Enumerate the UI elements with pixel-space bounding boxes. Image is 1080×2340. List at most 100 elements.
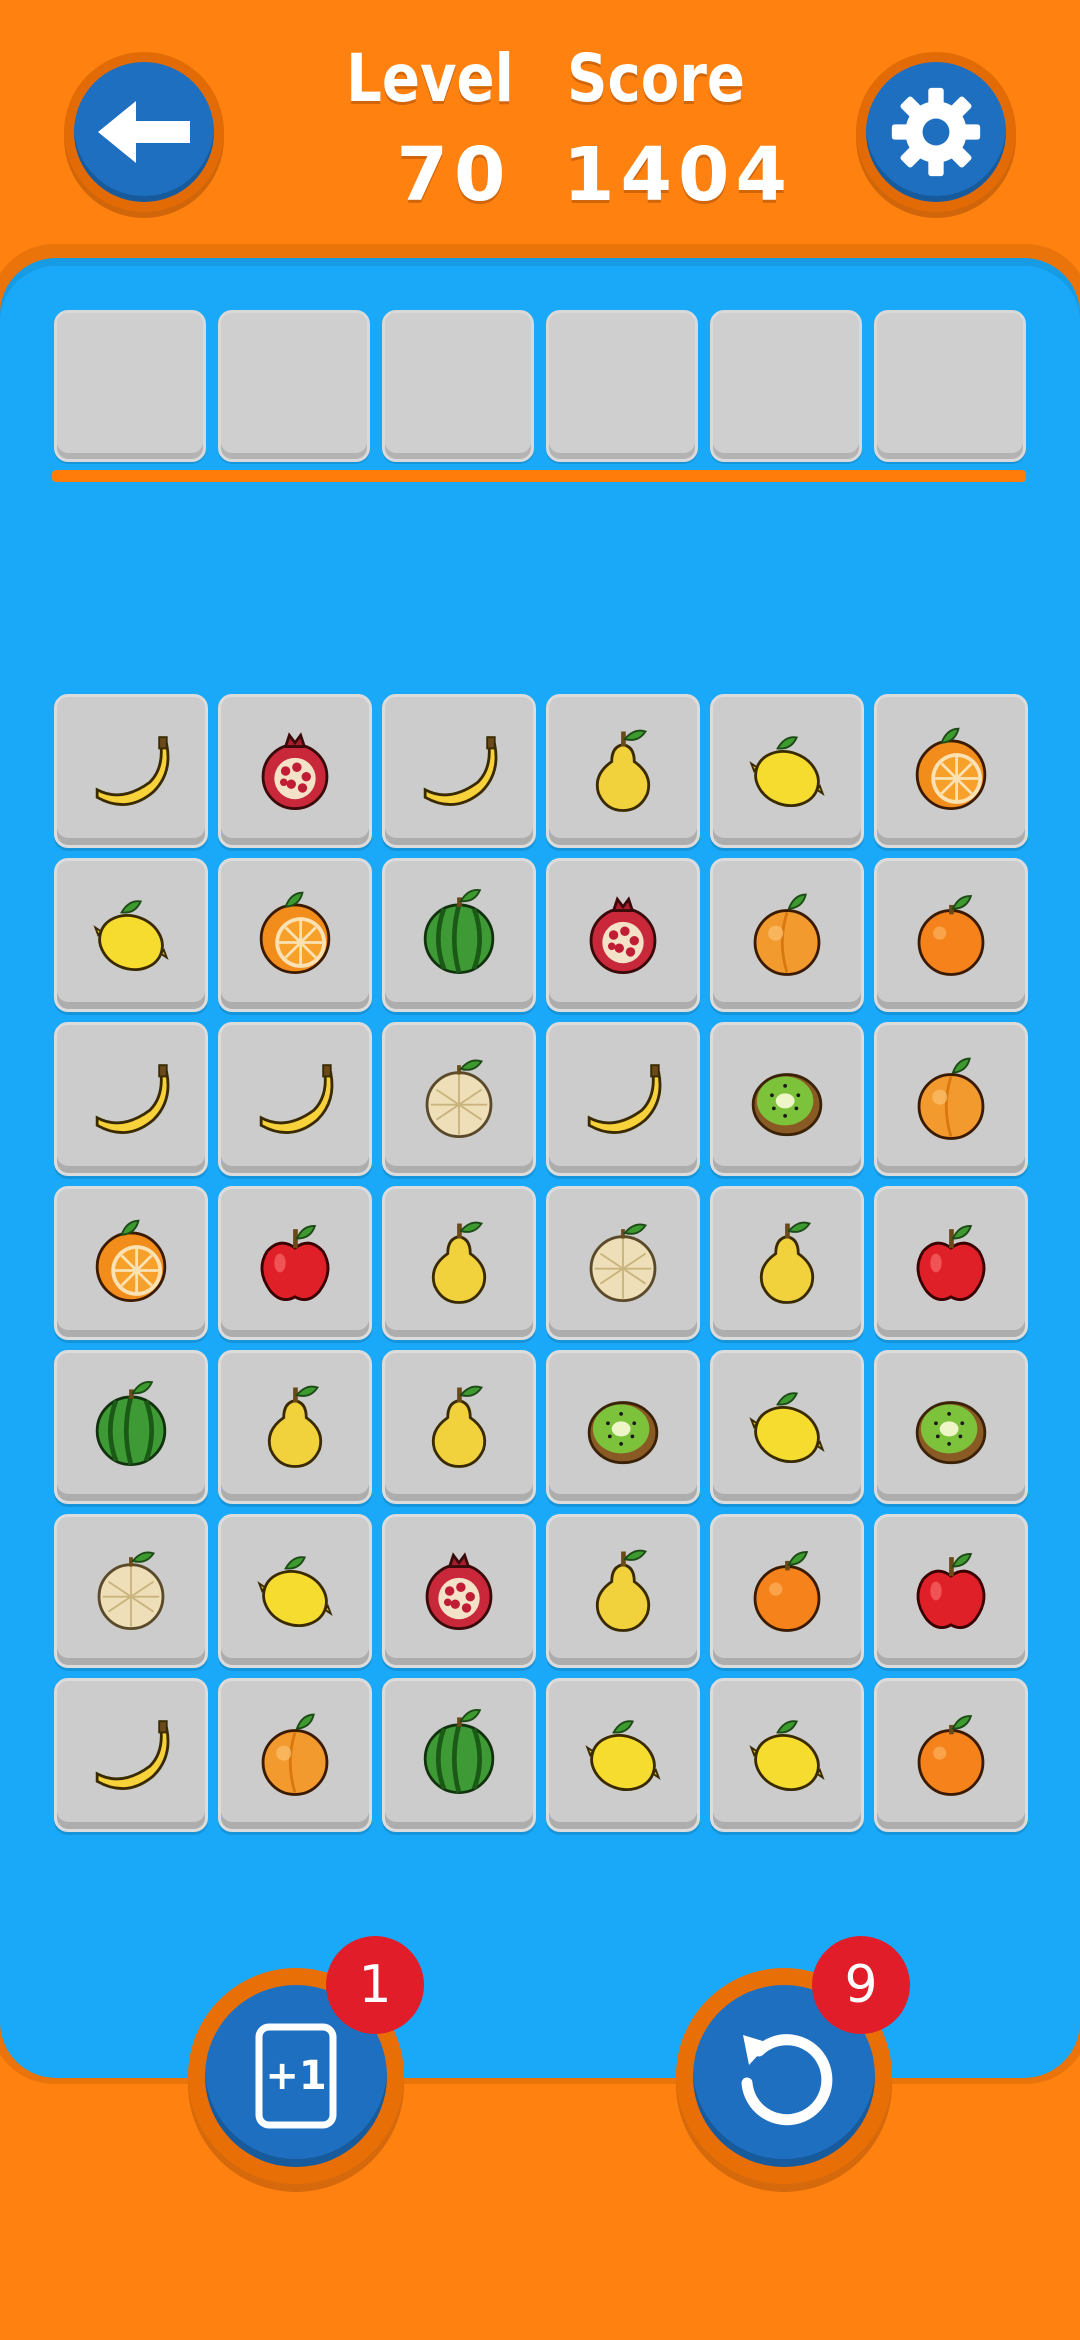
fruit-tile[interactable] [874,1186,1028,1340]
kiwi-icon [915,1401,987,1465]
svg-text:+1: +1 [265,2053,326,2099]
fruit-tile[interactable] [874,1678,1028,1832]
fruit-tile[interactable] [54,1678,208,1832]
back-button[interactable] [64,52,224,212]
pear-icon [759,1221,815,1304]
fruit-tile[interactable] [382,1514,536,1668]
tray-slot [546,310,698,462]
level-label: Level [346,40,514,117]
gear-icon [891,87,981,177]
pear-icon [431,1221,487,1304]
banana-icon [95,736,170,806]
fruit-tile[interactable] [382,694,536,848]
plus-one-card-icon: +1 [255,2023,337,2129]
fruit-tile[interactable] [546,1186,700,1340]
watermelon-icon [423,889,495,975]
lemon-icon [257,1556,333,1627]
melon-icon [589,1223,657,1303]
fruit-tile[interactable] [54,1350,208,1504]
fruit-tile[interactable] [382,1186,536,1340]
fruit-tile[interactable] [546,1022,700,1176]
fruit-tile[interactable] [546,1514,700,1668]
fruit-tile[interactable] [710,858,864,1012]
lemon-icon [749,736,825,807]
lemon-icon [585,1720,661,1791]
orange-half-icon [95,1219,167,1303]
pomegranate-icon [425,1552,493,1631]
fruit-tile[interactable] [874,694,1028,848]
fruit-tile[interactable] [218,1350,372,1504]
tray-slot [874,310,1026,462]
fruit-tile[interactable] [710,1678,864,1832]
fruit-tile[interactable] [710,1350,864,1504]
lemon-icon [749,1392,825,1463]
lemon-icon [749,1720,825,1791]
level-value: 70 [396,132,512,218]
fruit-tile[interactable] [710,1514,864,1668]
tray-slot [382,310,534,462]
fruit-tile[interactable] [54,694,208,848]
tray-slot [218,310,370,462]
fruit-tile[interactable] [710,1022,864,1176]
apple-icon [916,1225,986,1301]
arrow-left-icon [98,101,190,163]
fruit-tile[interactable] [874,1350,1028,1504]
pomegranate-icon [261,732,329,811]
fruit-tile[interactable] [874,1022,1028,1176]
melon-icon [425,1059,493,1139]
banana-icon [423,736,498,806]
tray-slot [54,310,206,462]
score-value: 1404 [563,132,793,218]
settings-button-face[interactable] [866,62,1006,202]
fruit-tile[interactable] [218,1678,372,1832]
fruit-tile[interactable] [874,858,1028,1012]
fruit-tile[interactable] [218,858,372,1012]
fruit-tile[interactable] [54,1514,208,1668]
pear-icon [431,1385,487,1468]
fruit-tile[interactable] [710,1186,864,1340]
fruit-tile[interactable] [382,1350,536,1504]
apple-icon [916,1553,986,1629]
fruit-tile[interactable] [546,1350,700,1504]
undo-icon [741,2034,833,2126]
back-button-face[interactable] [74,62,214,202]
fruit-tile[interactable] [218,694,372,848]
orange-icon [917,895,985,976]
undo-count-badge: 9 [812,1936,910,2034]
fruit-tile[interactable] [546,1678,700,1832]
fruit-tile[interactable] [382,1022,536,1176]
add-slot-count-badge: 1 [326,1936,424,2034]
fruit-tile[interactable] [54,1022,208,1176]
fruit-tile[interactable] [546,858,700,1012]
pear-icon [595,729,651,812]
fruit-tile[interactable] [546,694,700,848]
fruit-tile[interactable] [218,1186,372,1340]
pomegranate-icon [589,896,657,975]
banana-icon [259,1064,334,1134]
apricot-icon [261,1713,329,1796]
pear-icon [267,1385,323,1468]
melon-icon [97,1551,165,1631]
watermelon-icon [95,1381,167,1467]
lemon-icon [93,900,169,971]
fruit-tile[interactable] [710,694,864,848]
apricot-icon [917,1057,985,1140]
orange-half-icon [915,727,987,811]
score-label: Score [567,40,745,117]
fruit-tile[interactable] [874,1514,1028,1668]
fruit-tile[interactable] [54,858,208,1012]
tray-divider [52,470,1026,482]
apricot-icon [753,893,821,976]
fruit-tile[interactable] [218,1514,372,1668]
fruit-tile[interactable] [54,1186,208,1340]
fruit-tile[interactable] [382,1678,536,1832]
kiwi-icon [587,1401,659,1465]
fruit-tile[interactable] [382,858,536,1012]
kiwi-icon [751,1073,823,1137]
settings-button[interactable] [856,52,1016,212]
banana-icon [95,1064,170,1134]
banana-icon [95,1720,170,1790]
fruit-tile[interactable] [218,1022,372,1176]
banana-icon [587,1064,662,1134]
orange-icon [753,1551,821,1632]
